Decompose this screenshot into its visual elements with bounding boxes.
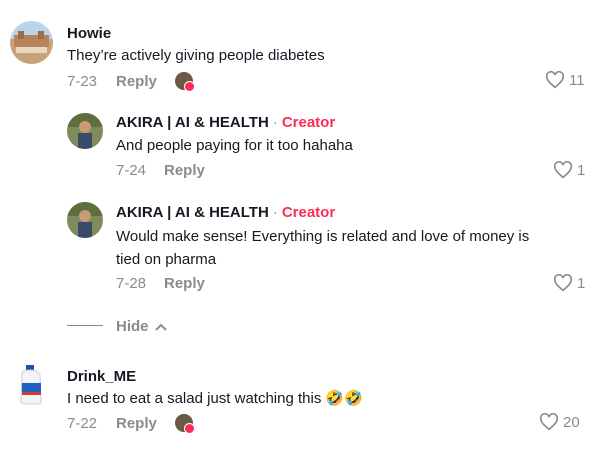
comment-text: They’re actively giving people diabetes [67, 47, 325, 64]
comment-text: And people paying for it too hahaha [116, 137, 353, 154]
like-button[interactable]: 1 [553, 274, 585, 292]
comment-author[interactable]: AKIRA | AI & HEALTH [116, 204, 269, 221]
comment-author[interactable]: Howie [67, 25, 111, 42]
heart-outline-icon [539, 413, 559, 431]
like-count: 11 [569, 71, 585, 89]
comment-date: 7-28 [116, 275, 147, 292]
chevron-up-icon [154, 323, 167, 331]
comment-date: 7-23 [67, 73, 98, 90]
reply-button[interactable]: Reply [116, 73, 157, 90]
comment-author[interactable]: AKIRA | AI & HEALTH [116, 114, 269, 131]
like-button[interactable]: 11 [545, 71, 585, 89]
avatar-akira[interactable] [67, 113, 103, 149]
comment-text: I need to eat a salad just watching this [67, 390, 322, 407]
liked-by-creator-icon [175, 72, 197, 94]
liked-by-creator-icon [175, 414, 197, 436]
avatar-howie[interactable] [10, 21, 53, 64]
reply-button[interactable]: Reply [164, 162, 205, 179]
heart-outline-icon [545, 71, 565, 89]
separator-dot: · [272, 114, 278, 131]
like-button[interactable]: 1 [553, 161, 585, 179]
heart-outline-icon [553, 161, 573, 179]
hide-replies-button[interactable]: Hide [116, 318, 167, 335]
creator-badge: Creator [281, 114, 336, 131]
separator-dot: · [272, 204, 278, 221]
comment-text-line1: Would make sense! Everything is related … [116, 228, 530, 245]
reply-button[interactable]: Reply [164, 275, 205, 292]
laughing-emoji: 🤣🤣 [325, 390, 363, 407]
avatar-drink-me[interactable] [10, 363, 53, 406]
like-button[interactable]: 20 [539, 413, 580, 431]
reply-button[interactable]: Reply [116, 415, 157, 432]
comment-text-line2: tied on pharma [116, 251, 217, 268]
comment-date: 7-22 [67, 415, 98, 432]
comment-author[interactable]: Drink_ME [67, 368, 136, 385]
divider-line [67, 325, 103, 326]
hide-label: Hide [116, 318, 149, 335]
comment-date: 7-24 [116, 162, 147, 179]
like-count: 20 [563, 413, 580, 431]
like-count: 1 [577, 274, 586, 292]
like-count: 1 [577, 161, 586, 179]
creator-badge: Creator [281, 204, 336, 221]
heart-outline-icon [553, 274, 573, 292]
avatar-akira[interactable] [67, 202, 103, 238]
